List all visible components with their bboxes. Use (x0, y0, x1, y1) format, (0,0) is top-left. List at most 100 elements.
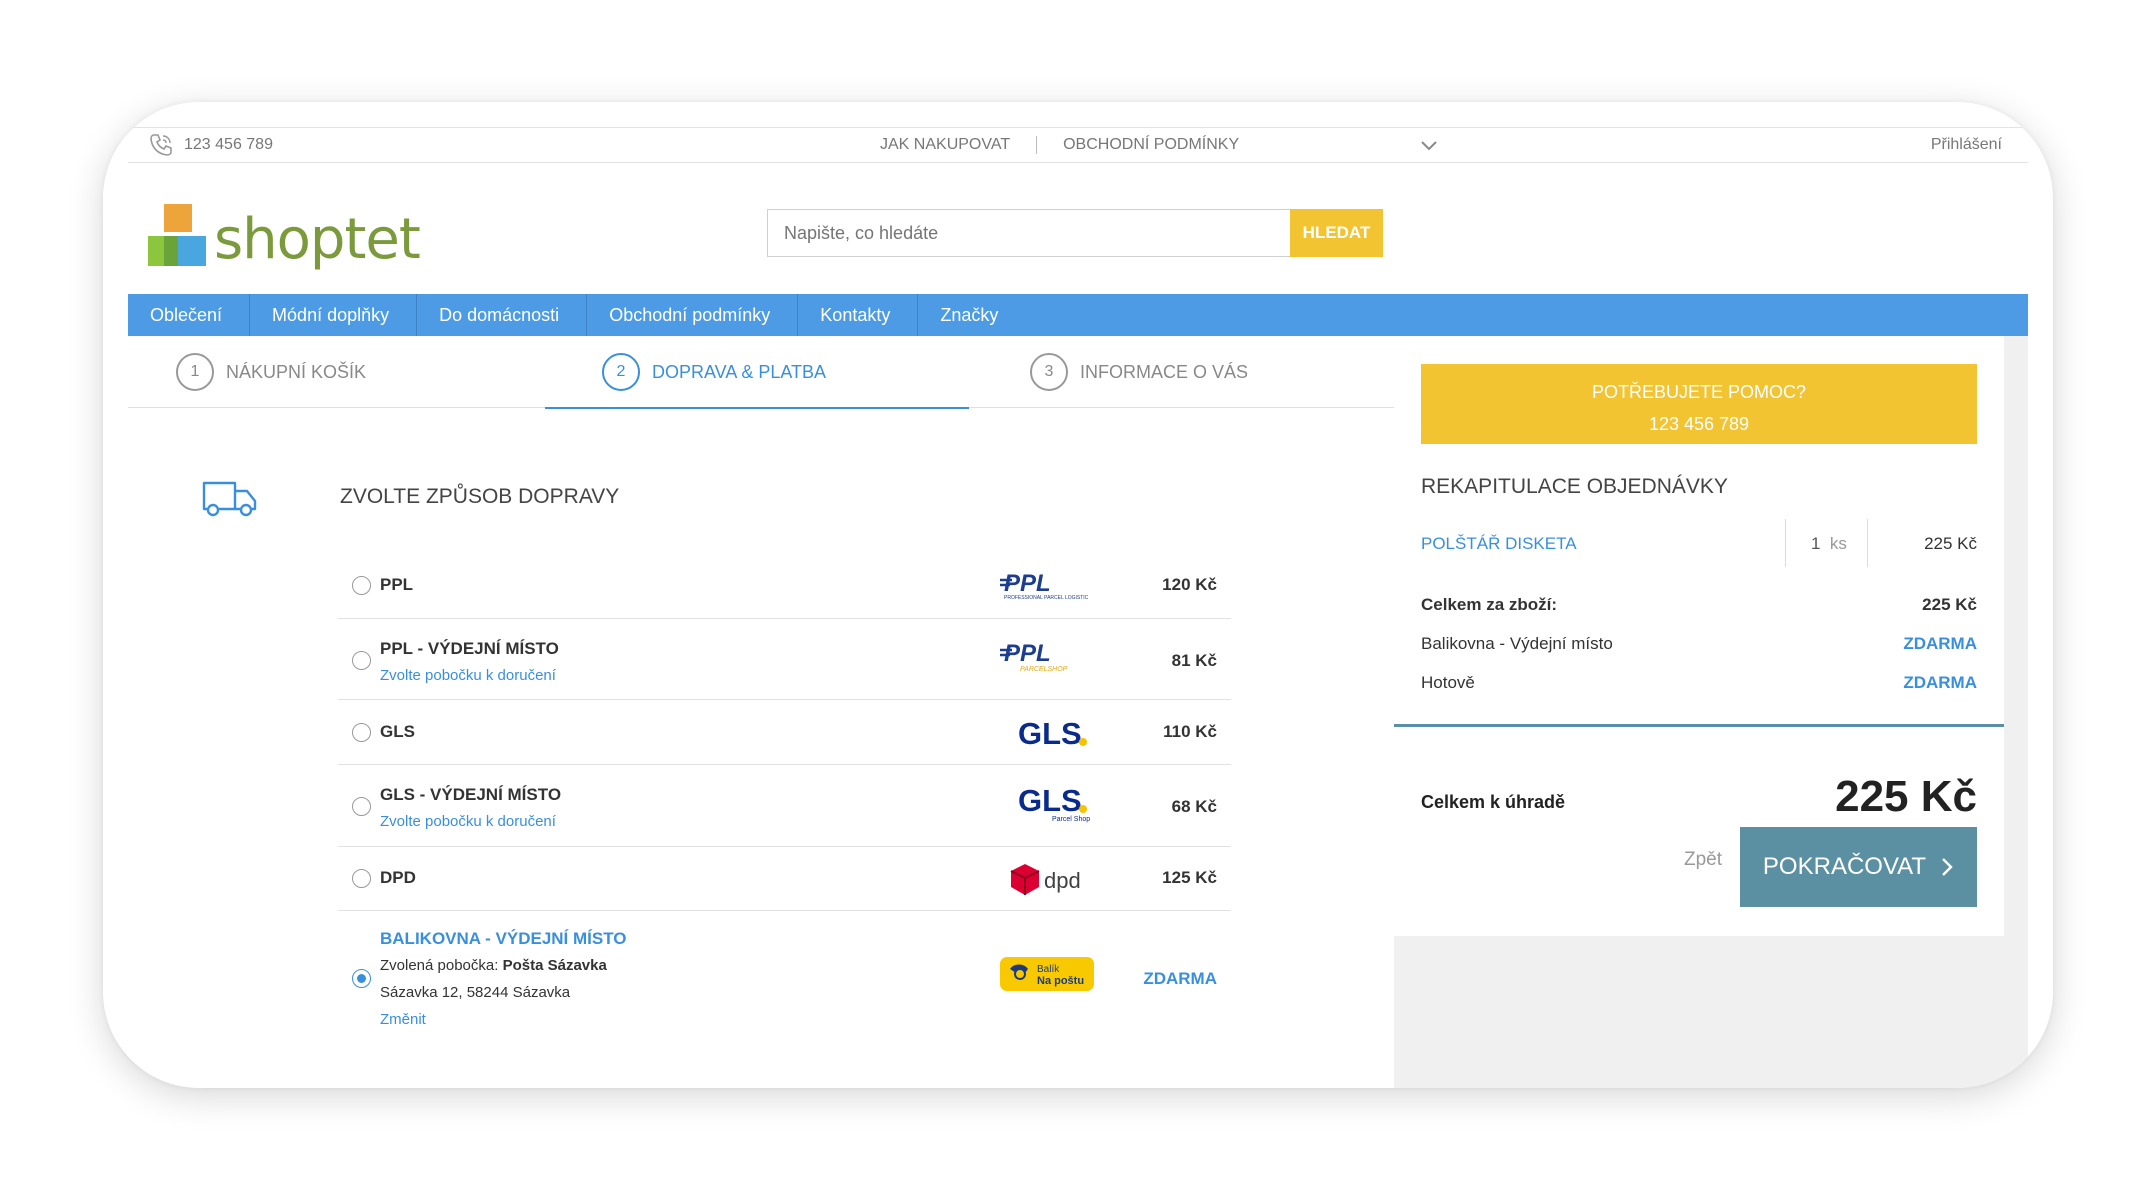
summary-row-payment: Hotově ZDARMA (1421, 673, 1977, 692)
shipping-option-dpd[interactable]: DPD dpd 125 Kč (338, 847, 1231, 911)
option-name: BALIKOVNA - VÝDEJNÍ MÍSTO (380, 929, 627, 948)
step-number: 3 (1030, 353, 1068, 391)
option-price: 120 Kč (1162, 575, 1217, 594)
top-bar: 123 456 789 JAK NAKUPOVAT OBCHODNÍ PODMÍ… (128, 127, 2028, 163)
radio-button[interactable] (352, 576, 371, 595)
summary-row-shipping: Balikovna - Výdejní místo ZDARMA (1421, 634, 1977, 653)
choose-branch-link[interactable]: Zvolte pobočku k doručení (380, 667, 556, 684)
menu-item-clothing[interactable]: Oblečení (128, 294, 251, 336)
svg-text:PARCELSHOP: PARCELSHOP (1020, 666, 1068, 673)
search-bar: HLEDAT (767, 209, 1383, 257)
cart-item-name[interactable]: POLŠTÁŘ DISKETA (1421, 534, 1577, 554)
option-price: 81 Kč (1171, 651, 1217, 670)
radio-button[interactable] (352, 797, 371, 816)
help-title: POTŘEBUJETE POMOC? (1591, 382, 1807, 402)
checkout-steps: 1 NÁKUPNÍ KOŠÍK 2 DOPRAVA & PLATBA 3 INF… (128, 336, 1394, 408)
main-menu: Oblečení Módní doplňky Do domácnosti Obc… (128, 294, 2028, 336)
menu-item-accessories[interactable]: Módní doplňky (250, 294, 418, 336)
ppl-logo-icon: PPL PROFESSIONAL PARCEL LOGISTIC (1000, 571, 1089, 601)
option-price: 68 Kč (1171, 797, 1217, 816)
option-name: GLS (380, 722, 415, 741)
checkout-page: 123 456 789 JAK NAKUPOVAT OBCHODNÍ PODMÍ… (128, 127, 2028, 1088)
continue-button[interactable]: POKRAČOVAT (1740, 827, 1977, 907)
svg-text:GLS: GLS (1018, 716, 1082, 750)
shipping-title: ZVOLTE ZPŮSOB DOPRAVY (340, 485, 620, 508)
device-frame: 123 456 789 JAK NAKUPOVAT OBCHODNÍ PODMÍ… (103, 102, 2053, 1088)
shoptet-logo[interactable]: shoptet (148, 204, 421, 272)
radio-button[interactable] (352, 651, 371, 670)
menu-item-home[interactable]: Do domácnosti (417, 294, 588, 336)
top-nav-separator (1036, 136, 1038, 154)
option-name: PPL (380, 575, 414, 594)
choose-branch-link[interactable]: Zvolte pobočku k doručení (380, 813, 556, 830)
svg-text:Na poštu: Na poštu (1037, 975, 1084, 987)
gls-logo-icon: GLS (1018, 716, 1087, 750)
step-number: 1 (176, 353, 214, 391)
menu-item-terms[interactable]: Obchodní podmínky (587, 294, 799, 336)
step-customer-info[interactable]: 3 INFORMACE O VÁS (1030, 336, 1248, 408)
option-name: GLS - VÝDEJNÍ MÍSTO (380, 785, 562, 804)
help-phone: 123 456 789 (1648, 414, 1750, 434)
shipping-option-ppl[interactable]: PPL PPL PROFESSIONAL PARCEL LOGISTIC 120… (338, 553, 1231, 619)
phone-icon (150, 134, 172, 156)
total-value: 225 Kč (1835, 772, 1977, 821)
order-sidebar: POTŘEBUJETE POMOC? 123 456 789 REKAPITUL… (1394, 336, 2028, 1088)
option-name: PPL - VÝDEJNÍ MÍSTO (380, 639, 559, 658)
shipping-option-gls[interactable]: GLS GLS 110 Kč (338, 700, 1231, 765)
column-separator (1785, 519, 1786, 567)
selected-branch: Zvolená pobočka: Pošta Sázavka (380, 957, 607, 974)
step-number: 2 (602, 353, 640, 391)
logo-text: shoptet (214, 207, 421, 272)
svg-text:GLS: GLS (1018, 783, 1082, 818)
step-shipping-payment[interactable]: 2 DOPRAVA & PLATBA (602, 336, 826, 408)
option-price: 125 Kč (1162, 868, 1217, 887)
truck-icon (202, 481, 257, 517)
svg-text:Balík: Balík (1037, 964, 1060, 975)
cart-item-price: 225 Kč (1924, 534, 1977, 553)
active-step-underline (545, 407, 969, 409)
column-separator (1867, 519, 1868, 567)
step-label: INFORMACE O VÁS (1080, 361, 1249, 382)
shipping-option-ppl-pickup[interactable]: PPL - VÝDEJNÍ MÍSTO Zvolte pobočku k dor… (338, 619, 1231, 700)
top-nav-how-to-shop[interactable]: JAK NAKUPOVAT (880, 136, 1010, 154)
branch-address: Sázavka 12, 58244 Sázavka (380, 984, 571, 1001)
step-cart[interactable]: 1 NÁKUPNÍ KOŠÍK (176, 336, 366, 408)
top-phone[interactable]: 123 456 789 (148, 132, 273, 158)
radio-button-selected[interactable] (352, 969, 371, 988)
option-price: ZDARMA (1143, 969, 1217, 988)
search-button[interactable]: HLEDAT (1290, 209, 1383, 257)
shipping-option-balikovna[interactable]: BALIKOVNA - VÝDEJNÍ MÍSTO Zvolená pobočk… (338, 911, 1231, 1045)
chevron-down-icon[interactable] (1418, 134, 1440, 156)
back-link[interactable]: Zpět (1684, 849, 1722, 871)
top-nav: JAK NAKUPOVAT OBCHODNÍ PODMÍNKY (880, 136, 1239, 154)
help-box[interactable]: POTŘEBUJETE POMOC? 123 456 789 (1421, 364, 1977, 444)
order-summary-card: POTŘEBUJETE POMOC? 123 456 789 REKAPITUL… (1394, 336, 2004, 936)
login-link[interactable]: Přihlášení (1931, 136, 2002, 154)
search-input[interactable] (767, 209, 1290, 257)
ppl-parcelshop-logo-icon: PPL PARCELSHOP (1000, 641, 1068, 673)
svg-text:PPL: PPL (1004, 641, 1051, 667)
change-branch-link[interactable]: Změnit (380, 1011, 426, 1028)
gls-parcelshop-logo-icon: GLS Parcel Shop (1018, 783, 1090, 823)
option-name: DPD (380, 868, 416, 887)
summary-divider (1394, 724, 2004, 727)
step-label: DOPRAVA & PLATBA (652, 361, 827, 382)
option-price: 110 Kč (1163, 722, 1217, 741)
top-nav-terms[interactable]: OBCHODNÍ PODMÍNKY (1063, 136, 1239, 154)
menu-item-brands[interactable]: Značky (918, 294, 1025, 336)
shipping-option-gls-pickup[interactable]: GLS - VÝDEJNÍ MÍSTO Zvolte pobočku k dor… (338, 765, 1231, 847)
svg-text:PPL: PPL (1004, 571, 1051, 597)
radio-button[interactable] (352, 723, 371, 742)
continue-label: POKRAČOVAT (1762, 853, 1927, 880)
logo-mark-icon (148, 204, 206, 266)
shipping-options: PPL PPL PROFESSIONAL PARCEL LOGISTIC 120… (338, 553, 1231, 1045)
step-label: NÁKUPNÍ KOŠÍK (226, 361, 367, 382)
cart-item-row: POLŠTÁŘ DISKETA 1 ks 225 Kč (1421, 519, 1977, 567)
balik-na-postu-logo-icon: Balík Na poštu (1000, 957, 1094, 991)
radio-button[interactable] (352, 869, 371, 888)
chevron-right-icon (1942, 858, 1953, 876)
menu-item-contacts[interactable]: Kontakty (798, 294, 919, 336)
recap-title: REKAPITULACE OBJEDNÁVKY (1421, 475, 1728, 498)
svg-text:dpd: dpd (1044, 868, 1081, 893)
summary-row-goods: Celkem za zboží: 225 Kč (1421, 595, 1977, 614)
